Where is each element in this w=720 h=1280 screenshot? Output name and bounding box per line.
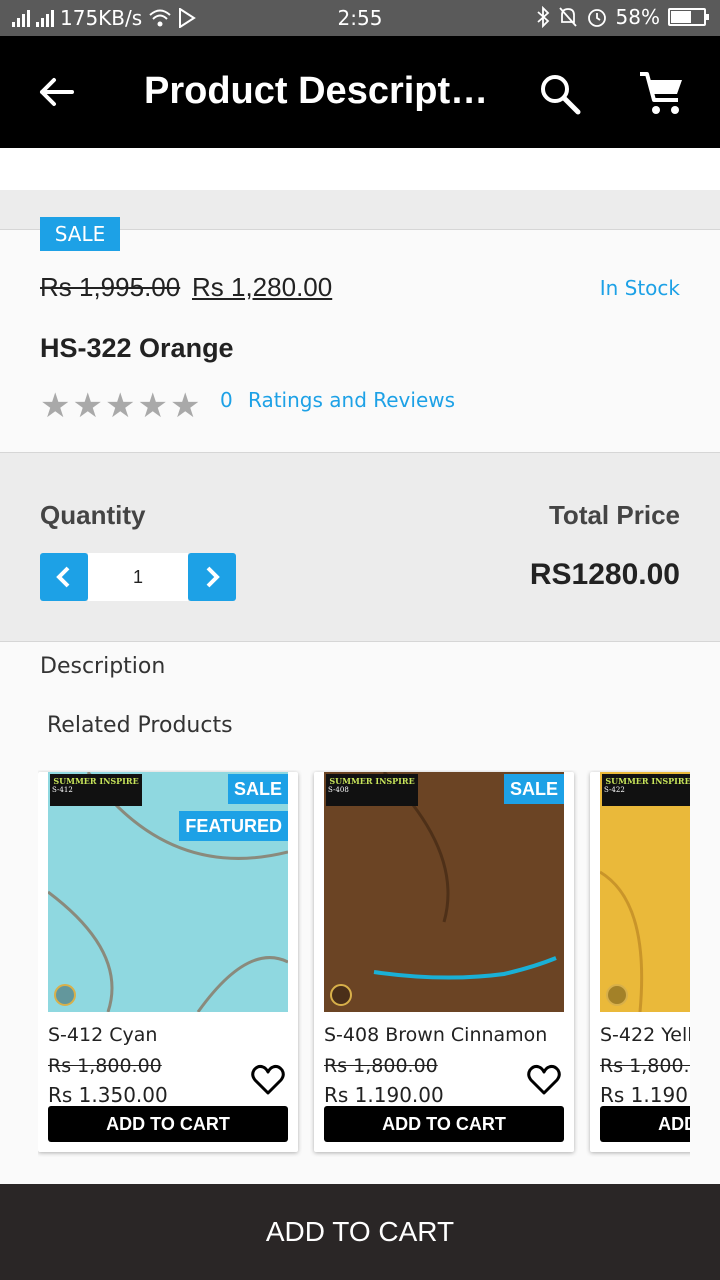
add-to-cart-button[interactable]: ADD TO CART — [600, 1106, 690, 1142]
quantity-section: Quantity Total Price 1 RS1280.00 — [0, 452, 720, 642]
product-card-old-price: Rs 1,800.00 — [324, 1055, 438, 1077]
chevron-left-icon — [56, 566, 70, 588]
increase-button[interactable] — [188, 553, 236, 601]
product-card-old-price: Rs 1,800.00 — [600, 1055, 690, 1077]
ratings-reviews-link[interactable]: Ratings and Reviews — [248, 388, 455, 412]
original-price: Rs 1,995.00 — [40, 272, 181, 302]
heart-icon[interactable] — [250, 1062, 286, 1098]
mute-bell-icon — [558, 7, 577, 27]
product-name: HS-322 Orange — [40, 333, 234, 363]
heart-icon[interactable] — [526, 1062, 562, 1098]
brand-logo-icon — [54, 984, 76, 1006]
search-icon[interactable] — [538, 72, 582, 116]
quantity-value[interactable]: 1 — [88, 553, 188, 601]
rating-stars: ★ ★ ★ ★ ★ — [40, 389, 200, 423]
product-card-old-price: Rs 1,800.00 — [48, 1055, 162, 1077]
product-card-name[interactable]: S-422 Yellow — [600, 1024, 690, 1046]
quantity-stepper: 1 — [40, 553, 236, 601]
star-icon: ★ — [104, 387, 136, 425]
fabric — [48, 772, 288, 1012]
product-image[interactable]: SUMMER INSPIRE S-412 SALE FEATURED — [48, 772, 288, 1012]
brand-label: SUMMER INSPIRE S-422 — [602, 774, 690, 806]
star-icon: ★ — [169, 387, 201, 425]
brand-logo-icon — [606, 984, 628, 1006]
star-icon: ★ — [137, 387, 168, 425]
sale-badge: SALE — [40, 217, 120, 251]
product-card-price: Rs 1.350.00 — [48, 1083, 168, 1107]
status-right: 58% — [536, 5, 709, 29]
description-heading[interactable]: Description — [40, 654, 165, 679]
product-card-name[interactable]: S-412 Cyan — [48, 1024, 157, 1046]
product-image[interactable]: SUMMER INSPIRE S-422 — [600, 772, 690, 1012]
product-card-price: Rs 1.190.00 — [600, 1083, 690, 1107]
cart-icon[interactable] — [638, 70, 686, 118]
total-price-label: Total Price — [548, 500, 680, 530]
related-products-carousel[interactable]: SUMMER INSPIRE S-412 SALE FEATURED S-412 … — [38, 770, 690, 1165]
star-icon: ★ — [72, 387, 103, 425]
product-card-price: Rs 1.190.00 — [324, 1083, 444, 1107]
quantity-label: Quantity — [40, 500, 146, 530]
product-card-name[interactable]: S-408 Brown Cinnamon — [324, 1024, 547, 1046]
rating-count[interactable]: 0 — [220, 388, 233, 412]
sale-badge: SALE — [227, 774, 288, 804]
stock-status: In Stock — [599, 276, 680, 300]
related-products-heading: Related Products — [47, 713, 233, 738]
battery-fill — [671, 11, 691, 23]
status-bar: 175KB/s 2:55 58% — [0, 0, 720, 36]
decrease-button[interactable] — [40, 553, 88, 601]
star-icon: ★ — [40, 387, 71, 425]
product-card[interactable]: SUMMER INSPIRE S-408 SALE S-408 Brown Cin… — [314, 772, 574, 1152]
total-price-value: RS1280.00 — [529, 558, 680, 591]
bluetooth-icon — [536, 6, 549, 28]
sale-price: Rs 1,280.00 — [192, 272, 333, 302]
featured-badge: FEATURED — [179, 811, 288, 841]
sale-badge: SALE — [503, 774, 564, 804]
alarm-icon — [587, 9, 606, 27]
battery-icon — [668, 8, 709, 26]
brand-label: SUMMER INSPIRE S-408 — [326, 774, 418, 806]
image-area-divider — [0, 148, 720, 190]
back-arrow-icon[interactable] — [36, 72, 76, 112]
fabric — [600, 772, 690, 1012]
battery-percent: 58% — [615, 5, 660, 29]
product-card[interactable]: SUMMER INSPIRES-422 S-422 Yellow Rs 1,80… — [590, 772, 690, 1152]
add-to-cart-button[interactable]: ADD TO CART — [48, 1106, 288, 1142]
add-to-cart-button[interactable]: ADD TO CART — [324, 1106, 564, 1142]
brand-logo-icon — [330, 984, 352, 1006]
page-title: Product Description — [144, 70, 494, 112]
chevron-right-icon — [206, 566, 220, 588]
app-bar: Product Description — [0, 36, 720, 148]
add-to-cart-main-button[interactable]: ADD TO CART — [0, 1184, 720, 1280]
product-card[interactable]: SUMMER INSPIRE S-412 SALE FEATURED S-412 … — [38, 772, 298, 1152]
brand-label: SUMMER INSPIRE S-412 — [50, 774, 142, 806]
product-image[interactable]: SUMMER INSPIRE S-408 SALE — [324, 772, 564, 1012]
